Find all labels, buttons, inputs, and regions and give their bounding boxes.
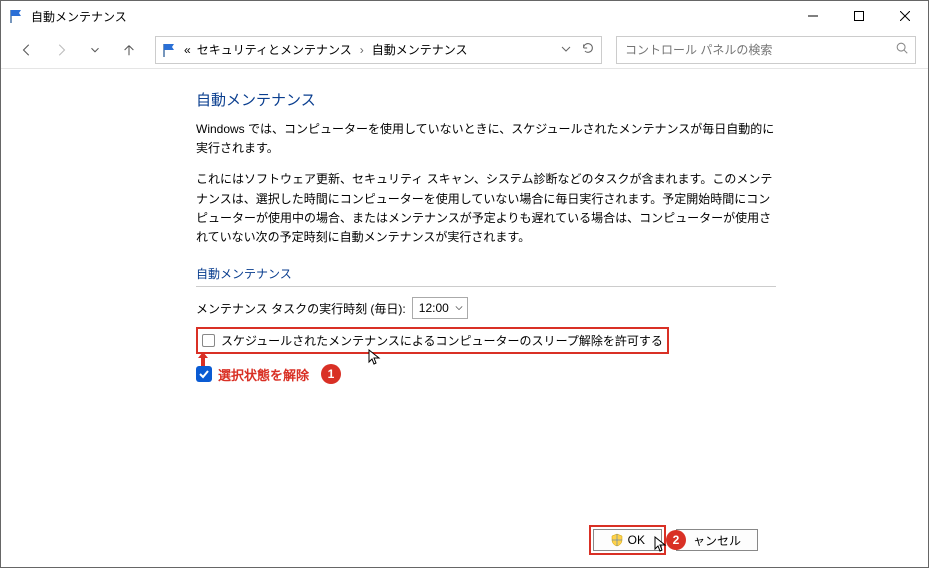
up-button[interactable]	[115, 36, 143, 64]
paragraph: これにはソフトウェア更新、セキュリティ スキャン、システム診断などのタスクが含ま…	[196, 170, 776, 247]
titlebar: 自動メンテナンス	[1, 1, 928, 31]
shield-icon	[610, 533, 624, 547]
maximize-button[interactable]	[836, 1, 882, 31]
sleep-wake-checkbox[interactable]	[202, 334, 215, 347]
flag-icon	[162, 42, 178, 58]
time-label: メンテナンス タスクの実行時刻 (毎日):	[196, 300, 406, 317]
arrow-up-icon	[197, 352, 209, 369]
window-buttons	[790, 1, 928, 31]
window-title: 自動メンテナンス	[31, 8, 790, 25]
forward-button[interactable]	[47, 36, 75, 64]
chevron-right-icon: ›	[358, 43, 366, 57]
divider	[196, 286, 776, 287]
window: 自動メンテナンス « セキュリティとメンテナンス › 自動メンテナンス	[0, 0, 929, 568]
step-badge: 2	[666, 530, 686, 550]
search-icon[interactable]	[895, 41, 909, 58]
ok-button[interactable]: OK	[593, 529, 662, 551]
cancel-label: ャンセル	[693, 532, 741, 549]
time-row: メンテナンス タスクの実行時刻 (毎日): 12:00	[196, 297, 776, 319]
back-button[interactable]	[13, 36, 41, 64]
annotation-text: 選択状態を解除	[218, 365, 309, 384]
annotation-step2: OK 2	[589, 525, 666, 555]
section-label: 自動メンテナンス	[196, 265, 776, 282]
close-button[interactable]	[882, 1, 928, 31]
checkbox-label: スケジュールされたメンテナンスによるコンピューターのスリープ解除を許可する	[221, 332, 663, 349]
flag-icon	[9, 8, 25, 24]
recent-dropdown[interactable]	[81, 36, 109, 64]
annotation-step1: 選択状態を解除 1	[196, 364, 776, 384]
step-badge: 1	[321, 364, 341, 384]
ok-label: OK	[628, 533, 645, 547]
address-bar[interactable]: « セキュリティとメンテナンス › 自動メンテナンス	[155, 36, 602, 64]
cursor-icon	[654, 536, 668, 557]
time-value: 12:00	[419, 301, 449, 315]
search-input[interactable]	[623, 42, 895, 58]
button-bar: OK 2 ャンセル	[589, 525, 758, 555]
breadcrumb-item[interactable]: セキュリティとメンテナンス	[197, 41, 352, 58]
search-box[interactable]	[616, 36, 916, 64]
chevron-down-icon	[455, 301, 463, 315]
toolbar: « セキュリティとメンテナンス › 自動メンテナンス	[1, 31, 928, 69]
page-heading: 自動メンテナンス	[196, 89, 776, 110]
time-select[interactable]: 12:00	[412, 297, 468, 319]
sleep-wake-checkbox-row: スケジュールされたメンテナンスによるコンピューターのスリープ解除を許可する	[196, 327, 669, 354]
refresh-icon[interactable]	[581, 41, 595, 58]
breadcrumb-item[interactable]: 自動メンテナンス	[372, 41, 468, 58]
chevron-down-icon[interactable]	[561, 43, 571, 57]
minimize-button[interactable]	[790, 1, 836, 31]
paragraph: Windows では、コンピューターを使用していないときに、スケジュールされたメ…	[196, 120, 776, 158]
content-area: 自動メンテナンス Windows では、コンピューターを使用していないときに、ス…	[1, 69, 928, 567]
breadcrumb-prefix: «	[184, 43, 191, 57]
cancel-button[interactable]: ャンセル	[676, 529, 758, 551]
